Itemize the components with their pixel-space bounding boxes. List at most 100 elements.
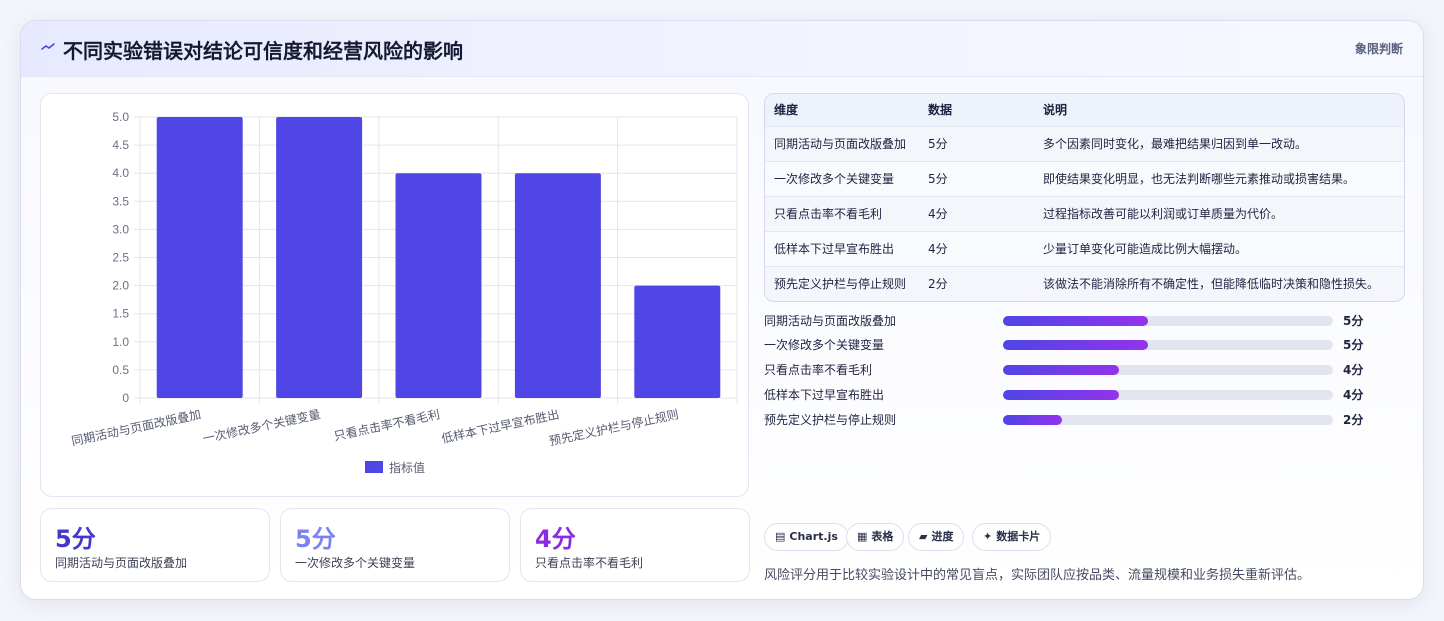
x-tick-label: 一次修改多个关键变量 bbox=[201, 406, 322, 446]
legend-swatch bbox=[365, 461, 383, 473]
progress-row: 低样本下过早宣布胜出 4分 bbox=[764, 385, 1405, 405]
x-tick-label: 同期活动与页面改版叠加 bbox=[70, 407, 202, 448]
header-tag: 象限判断 bbox=[1354, 42, 1403, 56]
y-tick-label: 0 bbox=[122, 391, 129, 405]
kpi-value: 4分 bbox=[535, 525, 576, 553]
y-tick-label: 4.5 bbox=[112, 138, 129, 152]
progress-track bbox=[1003, 365, 1333, 375]
bar bbox=[395, 173, 482, 398]
progress-label: 一次修改多个关键变量 bbox=[764, 338, 885, 352]
table-cell: 只看点击率不看毛利 bbox=[774, 207, 883, 221]
data-table: 维度 数据 说明 同期活动与页面改版叠加 5分 多个因素同时变化，最难把结果归因… bbox=[764, 93, 1405, 302]
table-cell: 同期活动与页面改版叠加 bbox=[774, 137, 907, 151]
y-tick-label: 1.0 bbox=[112, 335, 129, 349]
y-tick-label: 2.5 bbox=[112, 251, 129, 265]
y-tick-label: 5.0 bbox=[112, 110, 129, 124]
table-cell: 多个因素同时变化，最难把结果归因到单一改动。 bbox=[1043, 137, 1308, 151]
chip-progress[interactable]: ▰ 进度 bbox=[908, 523, 965, 551]
progress-label: 只看点击率不看毛利 bbox=[764, 363, 873, 377]
table-cell: 5分 bbox=[928, 172, 948, 186]
table-cell: 一次修改多个关键变量 bbox=[774, 172, 895, 186]
table-header-cell: 维度 bbox=[774, 103, 799, 117]
progress-value: 2分 bbox=[1343, 413, 1364, 427]
progress-value: 4分 bbox=[1343, 388, 1364, 402]
kpi-label: 只看点击率不看毛利 bbox=[535, 556, 644, 570]
bar bbox=[156, 117, 243, 398]
table-cell: 2分 bbox=[928, 277, 948, 291]
table-row: 预先定义护栏与停止规则 2分 该做法不能消除所有不确定性，但能降低临时决策和隐性… bbox=[765, 267, 1404, 301]
table-cell: 预先定义护栏与停止规则 bbox=[774, 277, 907, 291]
progress-fill bbox=[1003, 316, 1149, 326]
bar bbox=[276, 117, 363, 398]
progress-row: 一次修改多个关键变量 5分 bbox=[764, 335, 1405, 355]
x-tick-label: 只看点击率不看毛利 bbox=[332, 406, 441, 443]
table-icon: ▦ bbox=[857, 530, 868, 543]
progress-value: 5分 bbox=[1343, 338, 1364, 352]
progress-track bbox=[1003, 316, 1333, 326]
progress-fill bbox=[1003, 365, 1119, 375]
progress-value: 5分 bbox=[1343, 314, 1364, 328]
progress-row: 预先定义护栏与停止规则 2分 bbox=[764, 410, 1405, 430]
progress-track bbox=[1003, 340, 1333, 350]
progress-fill bbox=[1003, 340, 1149, 350]
table-cell: 4分 bbox=[928, 242, 948, 256]
kpi-label: 同期活动与页面改版叠加 bbox=[55, 556, 188, 570]
card-header: 不同实验错误对结论可信度和经营风险的影响 象限判断 bbox=[21, 21, 1423, 77]
bar bbox=[514, 173, 601, 398]
progress-label: 同期活动与页面改版叠加 bbox=[764, 314, 897, 328]
chip-label: 进度 bbox=[931, 530, 954, 543]
legend-label: 指标值 bbox=[389, 460, 425, 475]
table-cell: 4分 bbox=[928, 207, 948, 221]
bar-chart-panel: 0 0.5 1.0 1.5 2.0 2.5 3.0 3.5 4.0 4.5 5.0 同期活动与页面改版… bbox=[40, 93, 749, 497]
y-tick-label: 0.5 bbox=[112, 363, 129, 377]
main-card: 不同实验错误对结论可信度和经营风险的影响 象限判断 0 0.5 1.0 1.5 2.0 2… bbox=[20, 20, 1424, 600]
x-tick-label: 低样本下过早宣布胜出 bbox=[440, 406, 561, 446]
table-cell: 即使结果变化明显，也无法判断哪些元素推动或损害结果。 bbox=[1043, 172, 1356, 186]
bar-chart: 0 0.5 1.0 1.5 2.0 2.5 3.0 3.5 4.0 4.5 5.0 同期活动与页面改版… bbox=[70, 110, 738, 475]
table-row: 低样本下过早宣布胜出 4分 少量订单变化可能造成比例大幅摆动。 bbox=[765, 232, 1404, 267]
progress-track bbox=[1003, 415, 1333, 425]
kpi-card-2: 5分 一次修改多个关键变量 bbox=[280, 508, 510, 582]
kpi-card-1: 5分 同期活动与页面改版叠加 bbox=[40, 508, 270, 582]
table-cell: 少量订单变化可能造成比例大幅摆动。 bbox=[1043, 242, 1248, 256]
kpi-value: 5分 bbox=[55, 525, 96, 553]
progress-label: 低样本下过早宣布胜出 bbox=[764, 388, 885, 402]
chip-chartjs[interactable]: ▤ Chart.js bbox=[764, 523, 849, 551]
chip-label: Chart.js bbox=[789, 530, 838, 543]
y-tick-label: 1.5 bbox=[112, 307, 129, 321]
table-row: 只看点击率不看毛利 4分 过程指标改善可能以利润或订单质量为代价。 bbox=[765, 197, 1404, 232]
kpi-card-3: 4分 只看点击率不看毛利 bbox=[520, 508, 750, 582]
y-tick-label: 3.5 bbox=[112, 194, 129, 208]
pulse-icon bbox=[41, 43, 55, 50]
progress-icon: ▰ bbox=[919, 530, 928, 543]
progress-fill bbox=[1003, 390, 1119, 400]
progress-track bbox=[1003, 390, 1333, 400]
kpi-value: 5分 bbox=[295, 525, 336, 553]
table-row: 一次修改多个关键变量 5分 即使结果变化明显，也无法判断哪些元素推动或损害结果。 bbox=[765, 162, 1404, 197]
chip-data-cards[interactable]: ✦ 数据卡片 bbox=[972, 523, 1052, 551]
chip-label: 数据卡片 bbox=[996, 530, 1041, 543]
y-tick-label: 4.0 bbox=[112, 166, 129, 180]
progress-label: 预先定义护栏与停止规则 bbox=[764, 413, 897, 427]
y-tick-label: 3.0 bbox=[112, 222, 129, 236]
progress-row: 只看点击率不看毛利 4分 bbox=[764, 360, 1405, 380]
table-header-row: 维度 数据 说明 bbox=[765, 94, 1404, 127]
kpi-label: 一次修改多个关键变量 bbox=[295, 556, 416, 570]
table-cell: 过程指标改善可能以利润或订单质量为代价。 bbox=[1043, 207, 1284, 221]
x-tick-label: 预先定义护栏与停止规则 bbox=[548, 406, 680, 448]
table-cell: 低样本下过早宣布胜出 bbox=[774, 242, 895, 256]
chart-icon: ▤ bbox=[775, 530, 786, 543]
chip-table[interactable]: ▦ 表格 bbox=[846, 523, 905, 551]
page-title: 不同实验错误对结论可信度和经营风险的影响 bbox=[63, 39, 463, 63]
progress-row: 同期活动与页面改版叠加 5分 bbox=[764, 311, 1405, 331]
footnote: 风险评分用于比较实验设计中的常见盲点，实际团队应按品类、流量规模和业务损失重新评… bbox=[764, 568, 1311, 583]
table-cell: 该做法不能消除所有不确定性，但能降低临时决策和隐性损失。 bbox=[1043, 277, 1380, 291]
table-header-cell: 说明 bbox=[1043, 103, 1068, 117]
table-header-cell: 数据 bbox=[928, 103, 953, 117]
bar bbox=[634, 285, 721, 398]
table-row: 同期活动与页面改版叠加 5分 多个因素同时变化，最难把结果归因到单一改动。 bbox=[765, 127, 1404, 162]
y-tick-label: 2.0 bbox=[112, 279, 129, 293]
chip-label: 表格 bbox=[871, 530, 894, 543]
table-cell: 5分 bbox=[928, 137, 948, 151]
progress-fill bbox=[1003, 415, 1063, 425]
